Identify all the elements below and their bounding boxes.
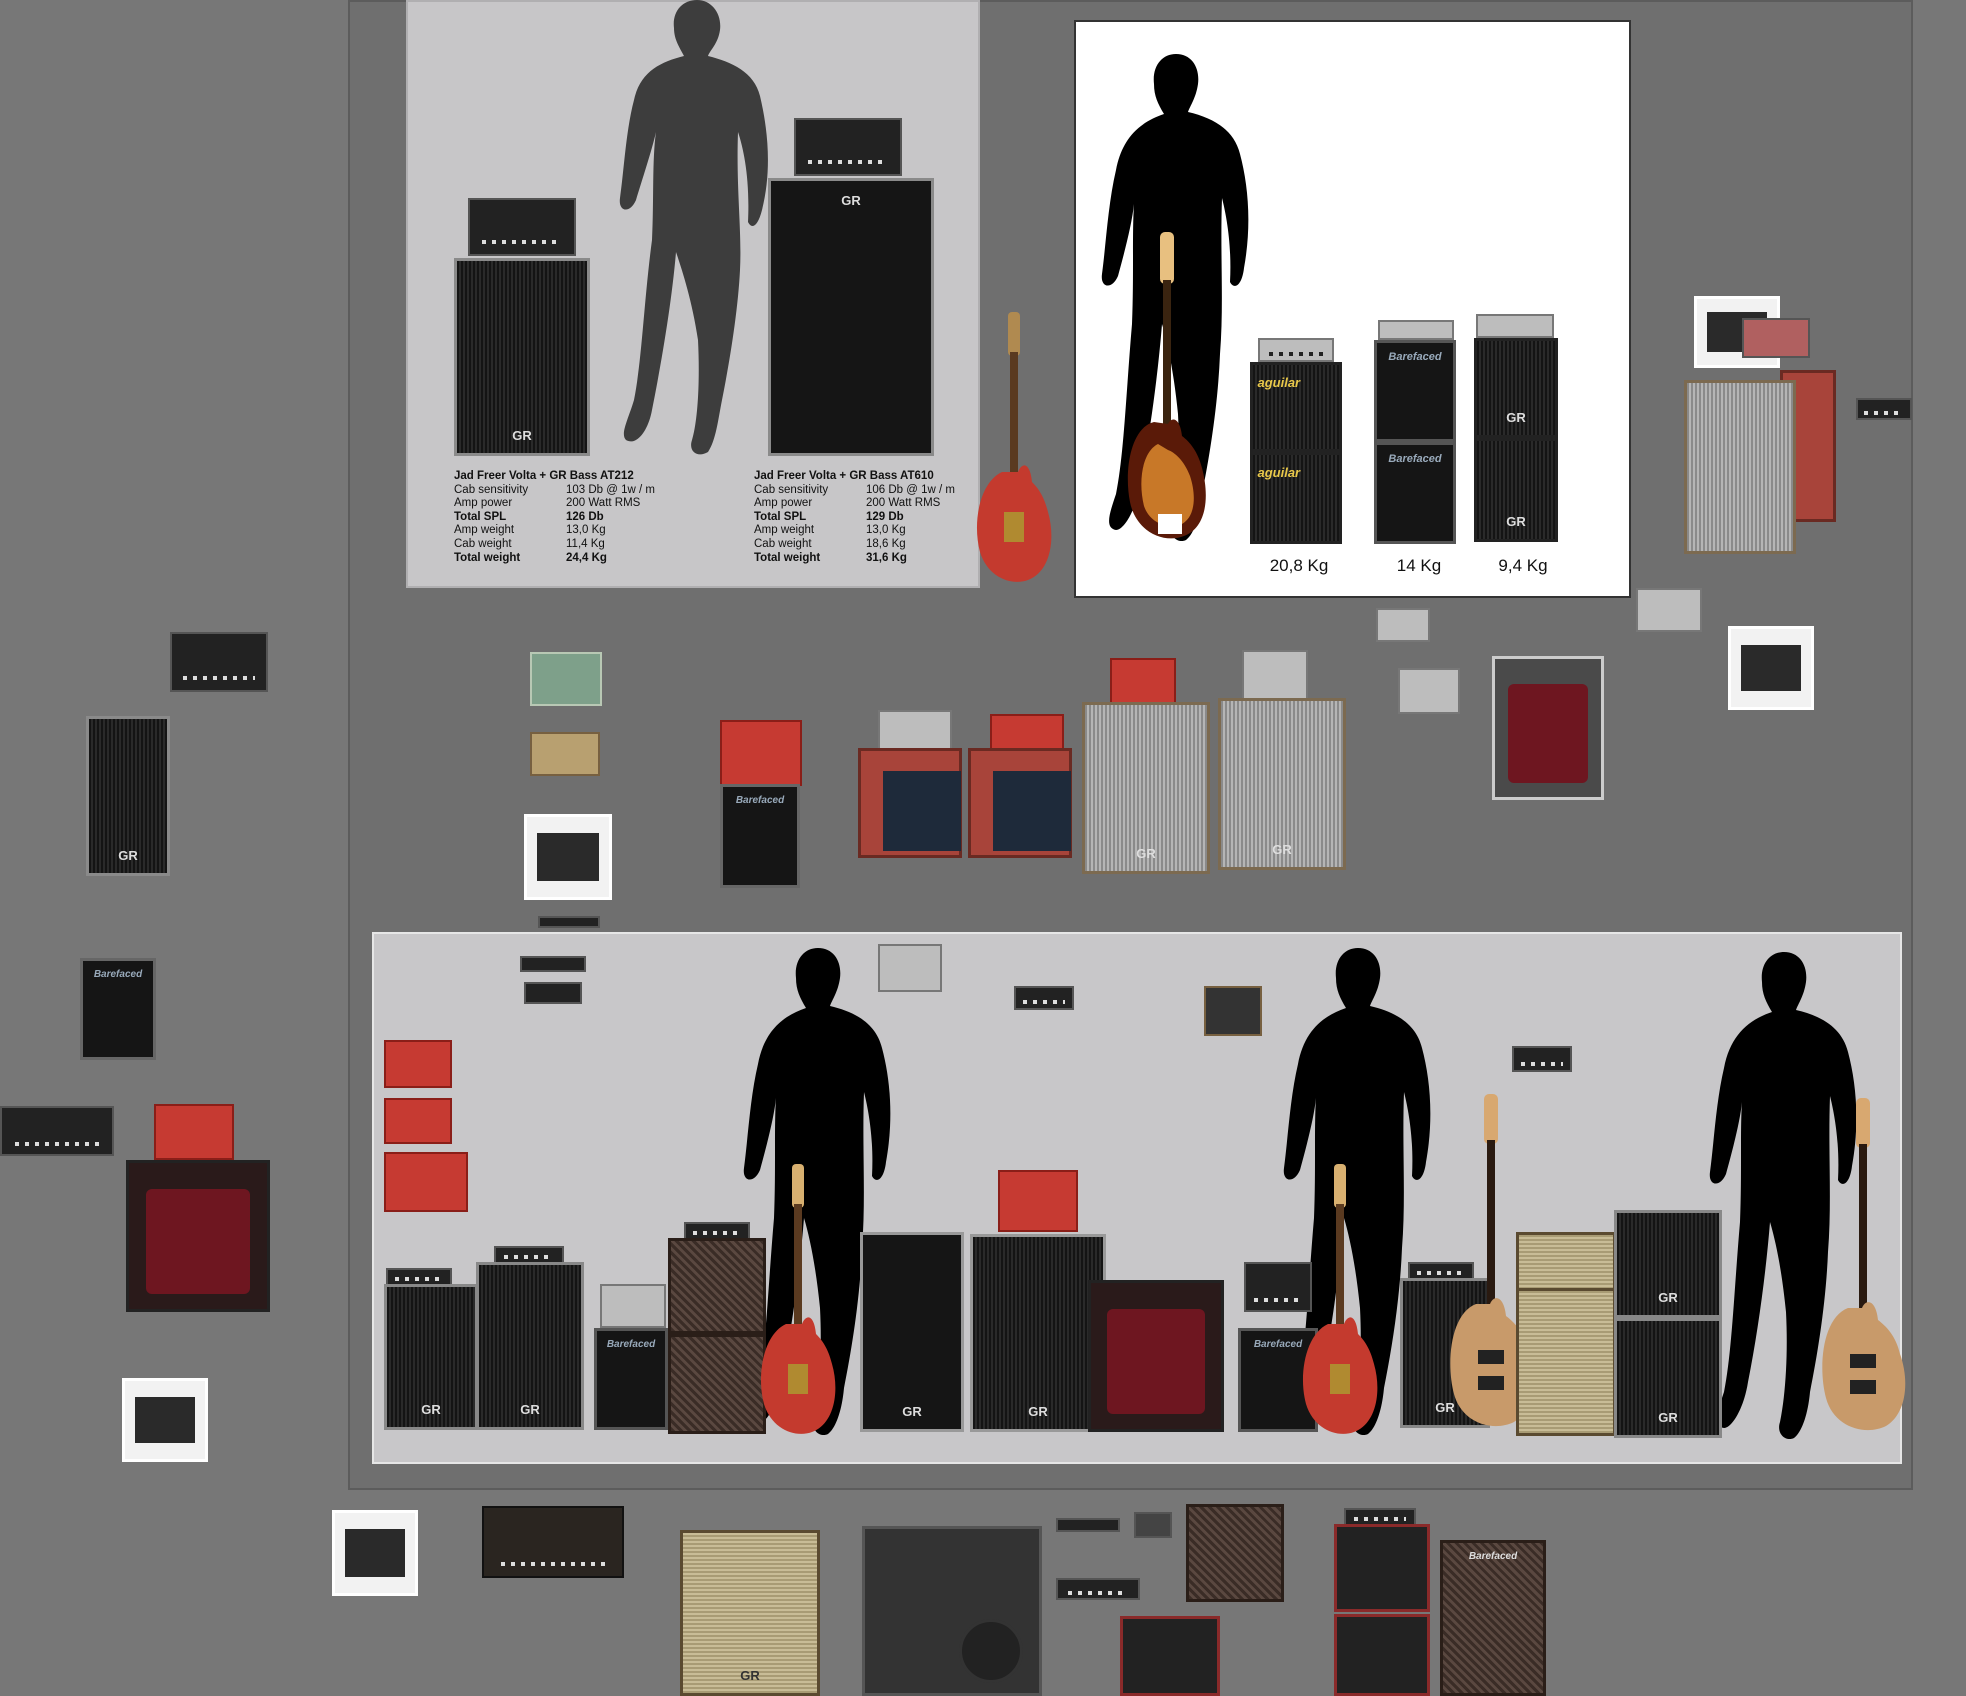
amp-head-silver-3 — [1242, 650, 1308, 700]
amp-head-slim-c2 — [524, 982, 582, 1004]
cab-barefaced-c: Barefaced — [594, 1328, 668, 1430]
cab-gr-top: GR — [1474, 338, 1558, 438]
cab-grey-grill — [1684, 380, 1796, 554]
amp-head-slim-b1 — [1056, 1518, 1120, 1532]
amp-head-mini — [1856, 398, 1912, 420]
bass-guitar-red-icon — [760, 1164, 836, 1434]
bass-guitar-natural-icon — [1822, 1098, 1906, 1431]
cab-gr-c6-bottom: GR — [1614, 1318, 1722, 1438]
cab-gr-c3: GR — [860, 1232, 964, 1432]
cab-gr-at212: GR — [454, 258, 590, 456]
cab-gr-bottom: GR — [1474, 438, 1558, 542]
amp-head-photo-4 — [122, 1378, 208, 1462]
amp-head-red-left — [154, 1104, 234, 1160]
amp-head-tube-c — [1204, 986, 1262, 1036]
amp-head-slim-c1 — [520, 956, 586, 972]
spec-row: Cab sensitivity 103 Db @ 1w / m — [454, 483, 656, 496]
amp-head-photo-2 — [1728, 626, 1814, 710]
bass-guitar-red-icon — [1302, 1164, 1378, 1434]
amp-head-slim — [538, 916, 600, 928]
cab-barefaced-left: Barefaced — [80, 958, 156, 1060]
cab-wood-b — [1186, 1504, 1284, 1602]
cab-aguilar-bottom: aguilar — [1250, 452, 1342, 544]
amp-head-barefaced-panel — [1378, 320, 1454, 340]
amp-head-volta-right — [794, 118, 902, 176]
cab-barefaced-wood-b: Barefaced — [1440, 1540, 1546, 1696]
bass-guitar-red-icon — [976, 312, 1052, 582]
spec-row: Amp power 200 Watt RMS — [754, 497, 941, 510]
spec-row: Total weight 31,6 Kg — [754, 551, 907, 564]
amp-head-red-c2 — [384, 1098, 452, 1144]
cab-red-wood-1 — [858, 748, 962, 858]
amp-combo-brown — [482, 1506, 624, 1578]
cab-wood-c2 — [668, 1334, 766, 1434]
cab-gr-at610: GR — [768, 178, 934, 456]
spec-row: Amp weight 13,0 Kg — [754, 524, 906, 537]
spec-row: Amp weight 13,0 Kg — [454, 524, 606, 537]
cab-tan-bottom-row: GR — [680, 1530, 820, 1696]
amp-head-gr-panel — [1476, 314, 1554, 338]
cab-gr-c6-top: GR — [1614, 1210, 1722, 1318]
amp-head-volta-left — [468, 198, 576, 256]
amp-head-tube-2 — [1398, 668, 1460, 714]
spec-row: Cab weight 18,6 Kg — [754, 537, 906, 550]
amp-head-red-c1 — [384, 1040, 452, 1088]
amp-head-red-c4 — [998, 1170, 1078, 1232]
spec-block-at212: Jad Freer Volta + GR Bass AT212 Cab sens… — [454, 470, 684, 565]
bass-guitar-sunburst-icon — [1127, 232, 1206, 539]
person-silhouette-grey — [619, 0, 768, 455]
cab-barefaced-top: Barefaced — [1374, 340, 1456, 442]
amp-head-small-c — [1014, 986, 1074, 1010]
weight-label: 20,8 Kg — [1269, 556, 1329, 575]
amp-head-aguilar — [1258, 338, 1334, 362]
amp-head-gold — [530, 732, 600, 776]
cab-grey-2: GR — [1218, 698, 1346, 870]
amp-head-red-3 — [1110, 658, 1176, 706]
amp-head-black-2 — [0, 1106, 114, 1156]
amp-head-red-small — [1742, 318, 1810, 358]
cab-dark-bottom-row — [862, 1526, 1042, 1696]
weight-label: 9,4 Kg — [1498, 556, 1548, 575]
spec-title: Jad Freer Volta + GR Bass AT212 — [454, 470, 634, 482]
spec-row: Amp power 200 Watt RMS — [454, 497, 641, 510]
spec-row: Cab sensitivity 106 Db @ 1w / m — [754, 483, 956, 496]
amp-head-green — [530, 652, 602, 706]
amp-head-tube — [1376, 608, 1430, 642]
cab-gr-c4: GR — [970, 1234, 1106, 1432]
cab-barefaced-bottom: Barefaced — [1374, 442, 1456, 544]
cab-red-trim-b1 — [1120, 1616, 1220, 1696]
spec-block-at610: Jad Freer Volta + GR Bass AT610 Cab sens… — [754, 470, 984, 565]
amp-head-black — [170, 632, 268, 692]
spec-title: Jad Freer Volta + GR Bass AT610 — [754, 470, 934, 482]
cab-gr-c2: GR — [476, 1262, 584, 1430]
amp-head-small-c2 — [1512, 1046, 1572, 1072]
amp-head-mini-b — [1134, 1512, 1172, 1538]
cab-tan-bottom — [1516, 1288, 1616, 1436]
spec-row: Total SPL 129 Db — [754, 510, 904, 523]
amp-head-red-1 — [720, 720, 802, 786]
cab-aguilar-top: aguilar — [1250, 362, 1342, 452]
cab-wood-c1 — [668, 1238, 766, 1334]
amp-head-red-c3 — [384, 1152, 468, 1212]
amp-head-photo-3 — [524, 814, 612, 900]
cab-red-trim-b3 — [1334, 1614, 1430, 1696]
cab-barefaced-blue: Barefaced — [720, 784, 800, 888]
amp-head-silver — [1636, 588, 1702, 632]
cab-grey-1: GR — [1082, 702, 1210, 874]
cab-red-speaker — [1492, 656, 1604, 800]
cab-red-speaker-c — [1088, 1280, 1224, 1432]
cab-red-trim-b2 — [1334, 1524, 1430, 1612]
cab-black-tall: GR — [86, 716, 170, 876]
spec-row: Cab weight 11,4 Kg — [454, 537, 605, 550]
cab-red-wood-2 — [968, 748, 1072, 858]
spec-row: Total weight 24,4 Kg — [454, 551, 607, 564]
weight-label: 14 Kg — [1396, 556, 1442, 575]
cab-red-speaker-left — [126, 1160, 270, 1312]
amp-head-c-3 — [600, 1284, 666, 1328]
cab-gr-c1: GR — [384, 1284, 478, 1430]
spec-row: Total SPL 126 Db — [454, 510, 604, 523]
amp-head-photo-5 — [332, 1510, 418, 1596]
amp-head-slim-b2 — [1056, 1578, 1140, 1600]
